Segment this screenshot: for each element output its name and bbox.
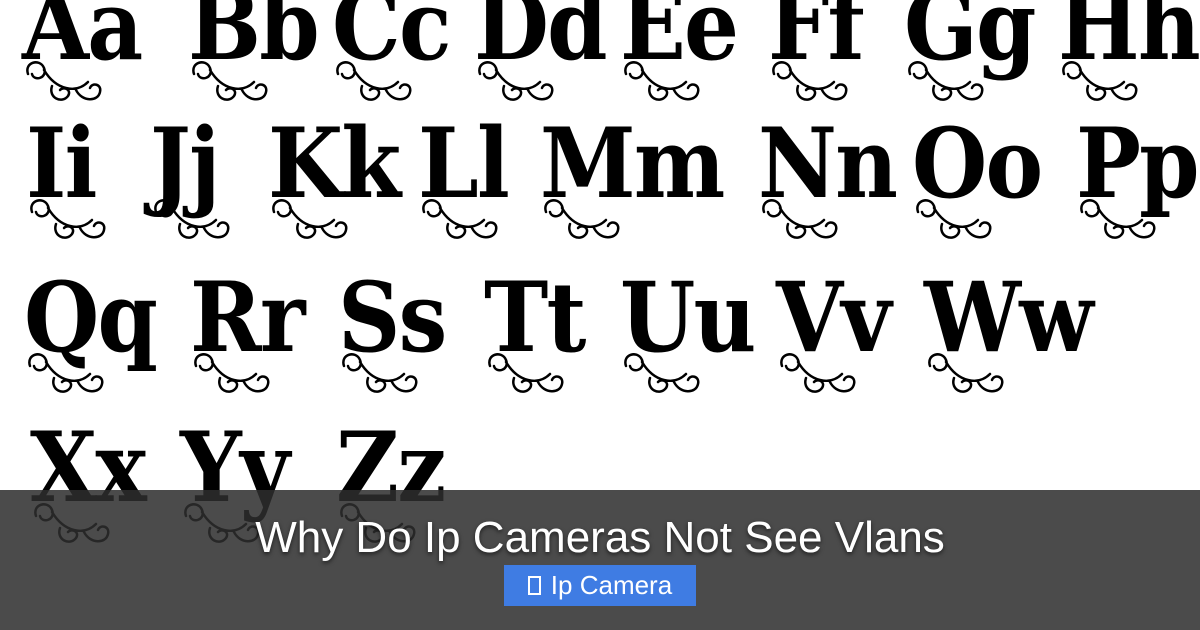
folder-icon: [527, 576, 541, 595]
letter-pair-vv-text: Vv: [776, 261, 891, 374]
letter-pair-hh-text: Hh: [1058, 0, 1200, 82]
letter-pair-ee-text: Ee: [620, 0, 739, 82]
letter-pair-rr-text: Rr: [190, 261, 306, 374]
letter-pair-nn-text: Nn: [758, 107, 898, 220]
letter-pair-pp-text: Pp: [1076, 107, 1200, 220]
letter-pair-aa-text: Aa: [22, 0, 143, 82]
letter-pair-qq-text: Qq: [24, 261, 158, 374]
letter-pair-ff-text: Ff: [768, 0, 865, 82]
letter-pair-cc-text: Cc: [332, 0, 452, 82]
letter-pair-mm-text: Mm: [540, 107, 725, 220]
letter-pair-dd-text: Dd: [474, 0, 608, 82]
category-tag-label: Ip Camera: [550, 570, 673, 600]
letter-pair-oo-text: Oo: [912, 107, 1043, 220]
letter-pair-tt-text: Tt: [484, 261, 586, 374]
letter-pair-ww-text: Ww: [924, 261, 1094, 374]
letter-pair-kk-text: Kk: [268, 107, 401, 220]
category-tag[interactable]: Ip Camera: [504, 565, 696, 606]
letter-pair-gg-text: Gg: [904, 0, 1036, 82]
specimen-row-3: Qq Rr Ss Tt Uu Vv Ww: [0, 270, 1200, 420]
letter-pair-ll-text: Ll: [418, 107, 510, 220]
letter-pair-bb-text: Bb: [188, 0, 320, 82]
letter-pair-ss-text: Ss: [338, 261, 447, 374]
page-title: Why Do Ip Cameras Not See Vlans: [255, 513, 945, 562]
specimen-row-2: Ii Jj Kk Ll Mm Nn Oo Pp: [0, 116, 1200, 266]
letter-pair-uu-text: Uu: [620, 261, 756, 374]
letter-pair-jj-text: Jj: [150, 107, 220, 220]
letter-pair-ii-text: Ii: [26, 107, 97, 220]
